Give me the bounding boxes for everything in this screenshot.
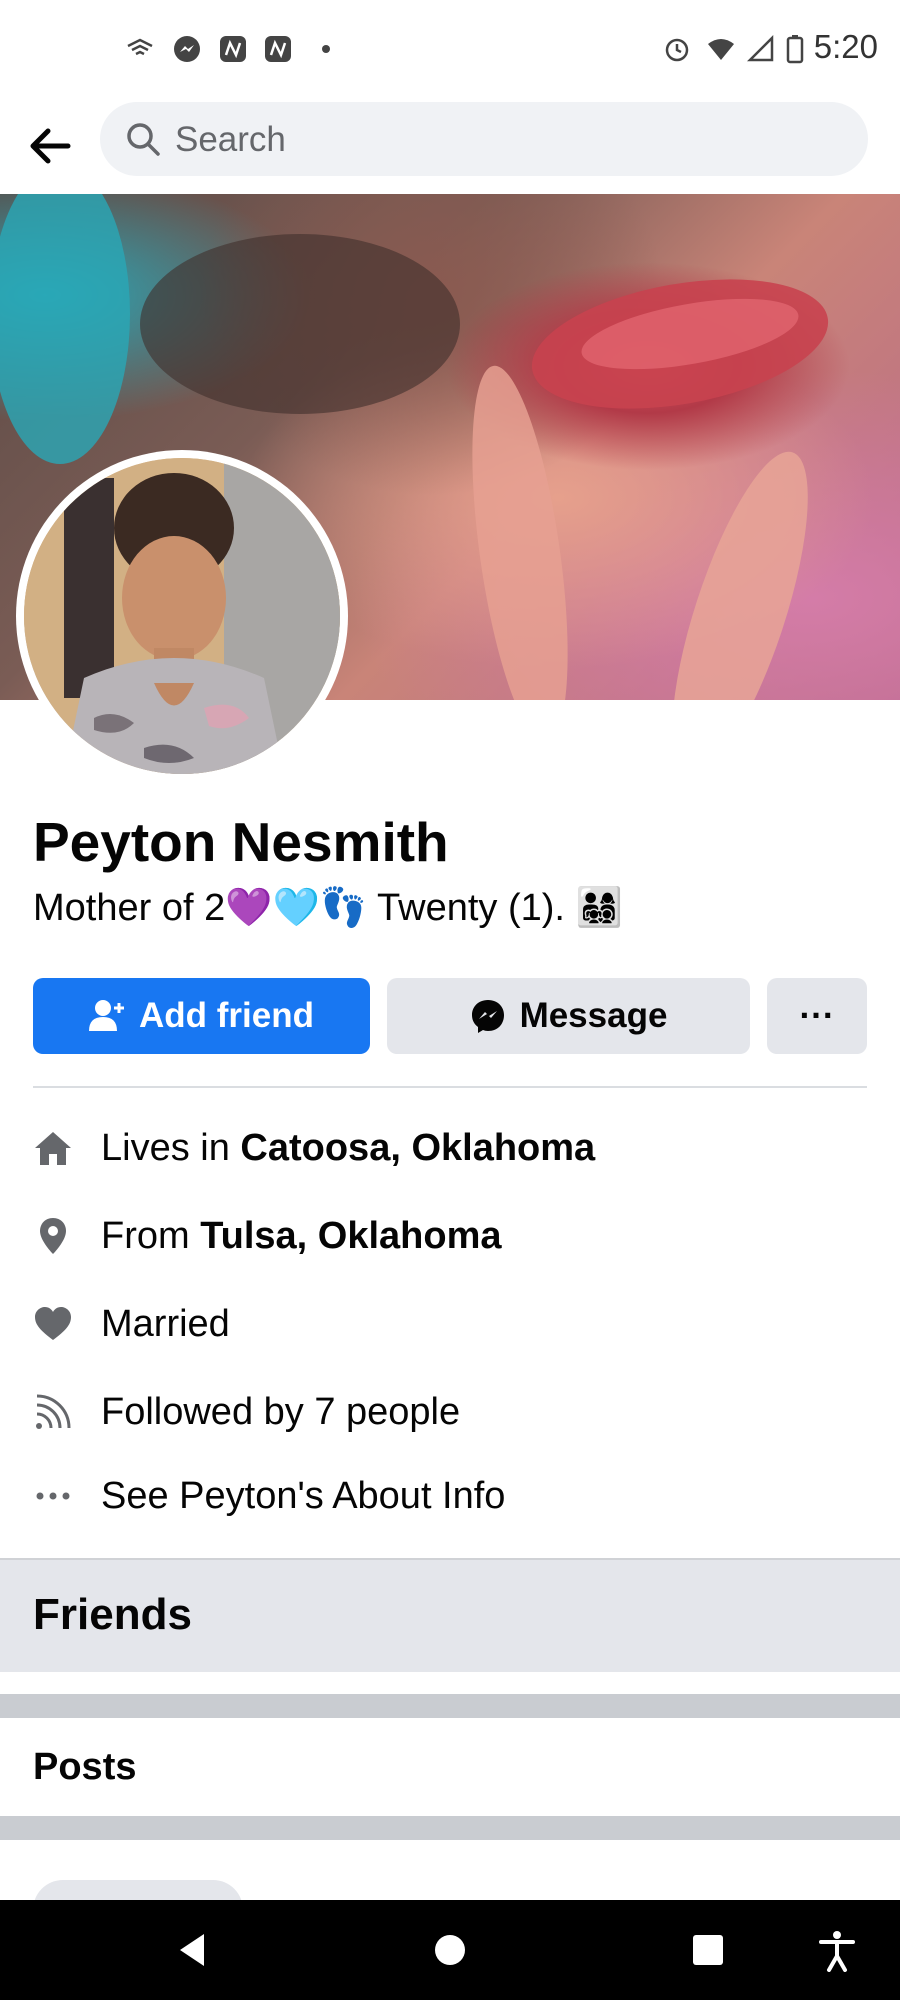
info-followers[interactable]: Followed by 7 people: [33, 1382, 867, 1442]
section-separator: [0, 1694, 900, 1718]
nav-recents-icon[interactable]: [686, 1928, 730, 1972]
friends-section[interactable]: Friends: [0, 1558, 900, 1672]
wifi-calling-icon: [127, 38, 153, 56]
divider: [33, 1086, 867, 1088]
messenger-icon: [471, 1000, 504, 1033]
nav-back-icon[interactable]: [170, 1928, 214, 1972]
more-dots-icon: [36, 1492, 70, 1500]
accessibility-icon[interactable]: [815, 1928, 859, 1972]
from-prefix: From: [101, 1214, 201, 1257]
profile-bio: Mother of 2💜🩵👣 Twenty (1). 👨‍👩‍👧‍👦: [33, 887, 623, 929]
signal-icon: [746, 34, 774, 62]
heart-icon: [35, 1307, 71, 1340]
alarm-icon: [665, 38, 689, 62]
posts-title: Posts: [33, 1746, 137, 1788]
add-friend-label: Add friend: [139, 996, 314, 1035]
app-icon: [265, 36, 291, 62]
relationship-status: Married: [101, 1302, 230, 1345]
followers-count: Followed by 7 people: [101, 1390, 461, 1433]
info-about-link[interactable]: See Peyton's About Info: [33, 1466, 867, 1526]
friends-title: Friends: [33, 1590, 192, 1639]
add-friend-icon: [89, 1000, 124, 1031]
messenger-icon: [174, 36, 200, 62]
top-bar: Search: [0, 96, 900, 194]
search-input[interactable]: Search: [100, 102, 868, 176]
home-icon: [35, 1132, 71, 1165]
search-icon: [127, 123, 160, 156]
status-time: 5:20: [813, 28, 878, 65]
add-friend-button[interactable]: Add friend: [33, 978, 370, 1054]
wifi-icon: [708, 39, 734, 60]
battery-icon: [786, 35, 804, 64]
system-nav-bar: [0, 1900, 900, 2000]
info-relationship: Married: [33, 1294, 867, 1354]
avatar-photo: [24, 458, 340, 774]
avatar-photo-art: [24, 458, 340, 774]
section-separator: [0, 1816, 900, 1840]
nav-home-icon[interactable]: [428, 1928, 472, 1972]
info-from: From Tulsa, Oklahoma: [33, 1206, 867, 1266]
message-label: Message: [519, 996, 668, 1035]
dot-icon: [322, 45, 330, 53]
rss-feed-icon: [36, 1394, 71, 1429]
avatar[interactable]: [16, 450, 348, 782]
status-bar: 5:20: [0, 0, 900, 96]
from-place[interactable]: Tulsa, Oklahoma: [200, 1215, 501, 1257]
see-about-info: See Peyton's About Info: [101, 1474, 506, 1517]
app-icon: [220, 36, 246, 62]
profile-name: Peyton Nesmith: [33, 811, 449, 873]
more-options-icon: ···: [799, 996, 835, 1035]
location-pin-icon: [40, 1218, 66, 1254]
back-arrow-icon[interactable]: [24, 118, 80, 174]
lives-in-place[interactable]: Catoosa, Oklahoma: [240, 1127, 595, 1169]
lives-in-prefix: Lives in: [101, 1126, 241, 1169]
posts-section: Posts: [0, 1718, 900, 1818]
search-placeholder: Search: [175, 120, 286, 159]
info-lives-in: Lives in Catoosa, Oklahoma: [33, 1118, 867, 1178]
more-options-button[interactable]: ···: [767, 978, 867, 1054]
message-button[interactable]: Message: [387, 978, 750, 1054]
